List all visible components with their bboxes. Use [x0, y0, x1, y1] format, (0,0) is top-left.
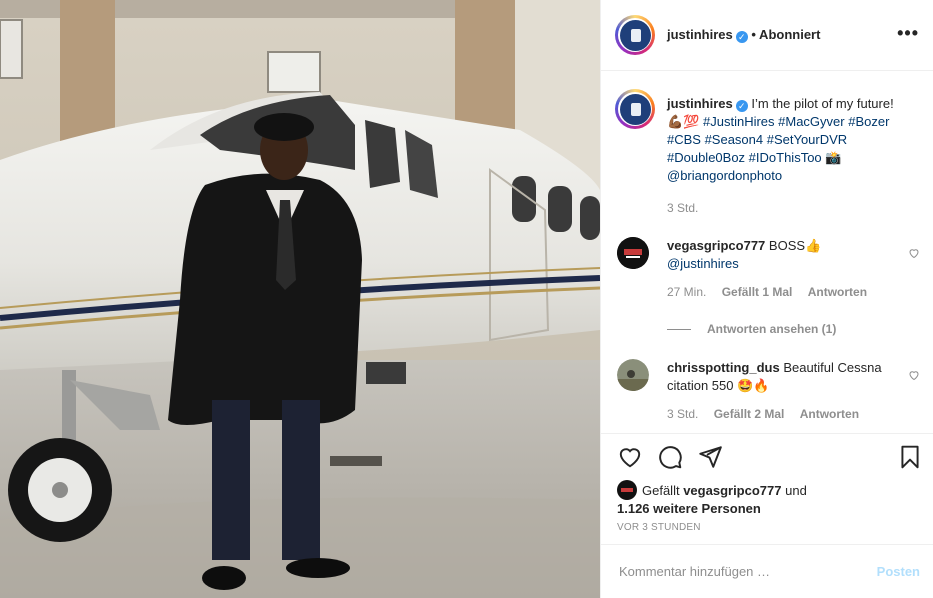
view-replies-label: Antworten ansehen (1) [707, 322, 837, 336]
liker-avatar [617, 480, 637, 500]
comment-like-heart-icon[interactable] [908, 369, 920, 381]
likes-prefix: Gefällt [642, 483, 680, 498]
more-options-icon[interactable]: ••• [897, 24, 919, 42]
author-line: justinhires ✓ • Abonniert [667, 27, 820, 43]
author-username[interactable]: justinhires [667, 27, 733, 42]
commenter-avatar[interactable] [617, 359, 649, 391]
follow-state-button[interactable]: • Abonniert [751, 27, 820, 42]
comment-reply-button[interactable]: Antworten [800, 407, 859, 421]
add-comment-form: Posten [601, 544, 933, 598]
post-header: justinhires ✓ • Abonniert ••• [601, 0, 933, 71]
like-heart-icon[interactable] [617, 444, 643, 470]
post-timestamp[interactable]: VOR 3 STUNDEN [617, 522, 701, 533]
comment-time[interactable]: 3 Std. [667, 407, 698, 421]
comment-time[interactable]: 27 Min. [667, 285, 706, 299]
comment-username[interactable]: chrisspotting_dus [667, 360, 780, 375]
post-comment-button[interactable]: Posten [877, 564, 920, 579]
post-photo[interactable] [0, 0, 600, 598]
view-replies-button[interactable]: Antworten ansehen (1) [667, 322, 836, 336]
camera-emoji: 📸 [825, 150, 842, 165]
comment-mention[interactable]: @justinhires [667, 256, 739, 271]
comment-likes[interactable]: Gefällt 1 Mal [722, 285, 793, 299]
likes-others[interactable]: 1.126 weitere Personen [617, 501, 761, 516]
comment-likes[interactable]: Gefällt 2 Mal [714, 407, 785, 421]
caption-avatar[interactable] [615, 89, 655, 129]
share-paper-plane-icon[interactable] [697, 444, 723, 470]
comment-bubble-icon[interactable] [657, 444, 683, 470]
save-bookmark-icon[interactable] [897, 444, 923, 470]
comment-username[interactable]: vegasgripco777 [667, 238, 765, 253]
comments-list[interactable]: justinhires ✓ I’m the pilot of my future!… [601, 71, 933, 433]
caption-username[interactable]: justinhires [667, 96, 733, 111]
post-details-panel: justinhires ✓ • Abonniert ••• justinhires… [600, 0, 933, 598]
caption-time[interactable]: 3 Std. [667, 201, 698, 215]
commenter-avatar[interactable] [617, 237, 649, 269]
comment-text: BOSS👍 [768, 238, 822, 253]
replies-divider [667, 328, 691, 330]
likes-joiner: und [785, 483, 807, 498]
comment-input[interactable] [617, 563, 861, 580]
liker-username[interactable]: vegasgripco777 [683, 483, 781, 498]
caption-hashtags[interactable]: #JustinHires #MacGyver #Bozer #CBS #Seas… [667, 114, 889, 165]
post-image [0, 0, 600, 598]
comment-like-heart-icon[interactable] [908, 247, 920, 259]
comment-reply-button[interactable]: Antworten [808, 285, 867, 299]
likes-summary[interactable]: Gefällt vegasgripco777 und 1.126 weitere… [617, 480, 807, 518]
post-actions: Gefällt vegasgripco777 und 1.126 weitere… [601, 433, 933, 544]
verified-badge-icon: ✓ [735, 31, 748, 43]
caption-mention[interactable]: @briangordonphoto [667, 168, 782, 183]
verified-badge-icon: ✓ [735, 100, 748, 112]
author-avatar[interactable] [615, 15, 655, 55]
